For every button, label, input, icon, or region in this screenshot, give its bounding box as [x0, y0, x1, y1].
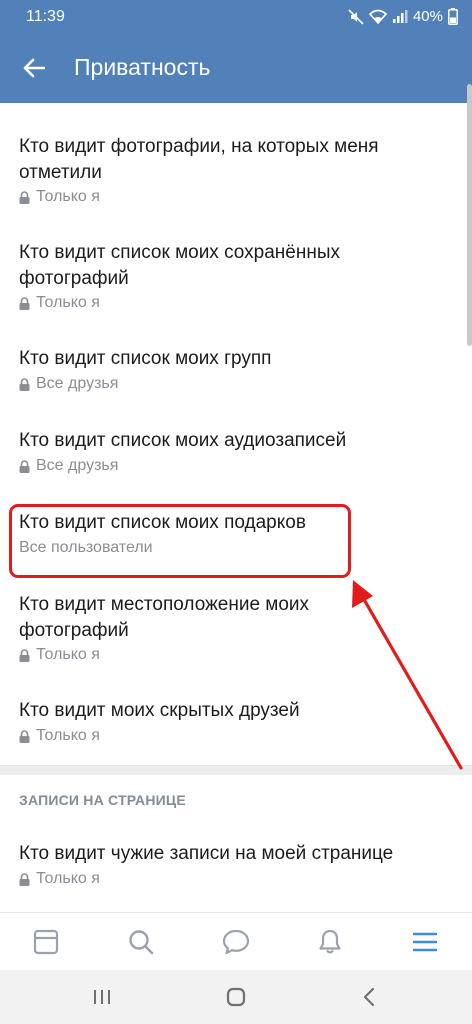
back-system-button[interactable]	[354, 984, 384, 1010]
setting-value: Только я	[19, 188, 100, 206]
setting-item-hidden-friends[interactable]: Кто видит моих скрытых друзей Только я	[0, 691, 466, 753]
section-divider	[0, 765, 472, 775]
highlight-box	[9, 504, 351, 578]
home-button[interactable]	[221, 984, 251, 1010]
setting-value: Только я	[19, 294, 100, 312]
setting-value: Только я	[19, 646, 100, 664]
status-time: 11:39	[26, 8, 65, 25]
bottom-navigation	[0, 912, 472, 970]
page-title: Приватность	[74, 54, 211, 80]
setting-title: Кто видит местоположение моих фотографий	[19, 594, 310, 641]
setting-item-groups[interactable]: Кто видит список моих групп Все друзья	[0, 339, 466, 401]
lock-icon	[19, 872, 30, 886]
lock-icon	[19, 377, 30, 391]
setting-item-audio[interactable]: Кто видит список моих аудиозаписей Все д…	[0, 421, 466, 483]
setting-title: Кто видит чужие записи на моей странице	[19, 843, 394, 864]
setting-value: Только я	[19, 870, 100, 888]
battery-percent: 40%	[412, 8, 443, 25]
setting-title: Кто видит фотографии, на которых меня отм…	[19, 136, 379, 183]
nav-news[interactable]	[29, 925, 63, 959]
nav-search[interactable]	[124, 925, 158, 959]
setting-title: Кто видит моих скрытых друзей	[19, 700, 300, 721]
status-icons: 40%	[348, 8, 458, 25]
nav-notifications[interactable]	[313, 925, 347, 959]
setting-title: Кто видит список моих аудиозаписей	[19, 430, 347, 451]
mute-icon	[348, 8, 364, 25]
lock-icon	[19, 190, 30, 204]
menu-icon	[413, 932, 437, 952]
system-navigation-bar	[0, 970, 472, 1024]
setting-value: Только я	[19, 727, 100, 745]
lock-icon	[19, 296, 30, 310]
home-icon	[226, 987, 246, 1007]
lock-icon	[19, 459, 30, 473]
chevron-left-icon	[363, 987, 375, 1007]
search-icon	[129, 930, 154, 955]
battery-icon	[448, 8, 458, 25]
notifications-icon	[319, 929, 341, 954]
nav-menu[interactable]	[408, 925, 442, 959]
back-arrow-icon	[23, 58, 45, 78]
privacy-settings-list: Кто видит фотографии, на которых меня отм…	[0, 103, 472, 765]
setting-item-saved-photos[interactable]: Кто видит список моих сохранённых фотогра…	[0, 233, 466, 319]
app-header: Приватность	[0, 36, 472, 103]
news-icon	[33, 929, 59, 955]
lock-icon	[19, 648, 30, 662]
nav-messages[interactable]	[219, 925, 253, 959]
setting-item-others-posts[interactable]: Кто видит чужие записи на моей странице …	[0, 834, 466, 896]
back-button[interactable]	[16, 50, 52, 86]
setting-title: Кто видит список моих сохранённых фотогра…	[19, 242, 340, 289]
signal-icon	[392, 10, 408, 23]
setting-value: Все друзья	[19, 375, 118, 393]
recent-apps-button[interactable]	[87, 984, 117, 1010]
recent-apps-icon	[94, 990, 110, 1004]
setting-title: Кто видит список моих групп	[19, 348, 272, 369]
top-bar: 11:39 40% Приватность	[0, 0, 472, 103]
wifi-icon	[368, 9, 387, 24]
section-heading: ЗАПИСИ НА СТРАНИЦЕ	[19, 792, 186, 808]
setting-value: Все друзья	[19, 457, 118, 475]
setting-item-photo-location[interactable]: Кто видит местоположение моих фотографий …	[0, 585, 466, 671]
status-bar: 11:39 40%	[0, 0, 472, 36]
setting-item-tagged-photos[interactable]: Кто видит фотографии, на которых меня отм…	[0, 127, 466, 213]
messages-icon	[222, 929, 250, 955]
lock-icon	[19, 729, 30, 743]
